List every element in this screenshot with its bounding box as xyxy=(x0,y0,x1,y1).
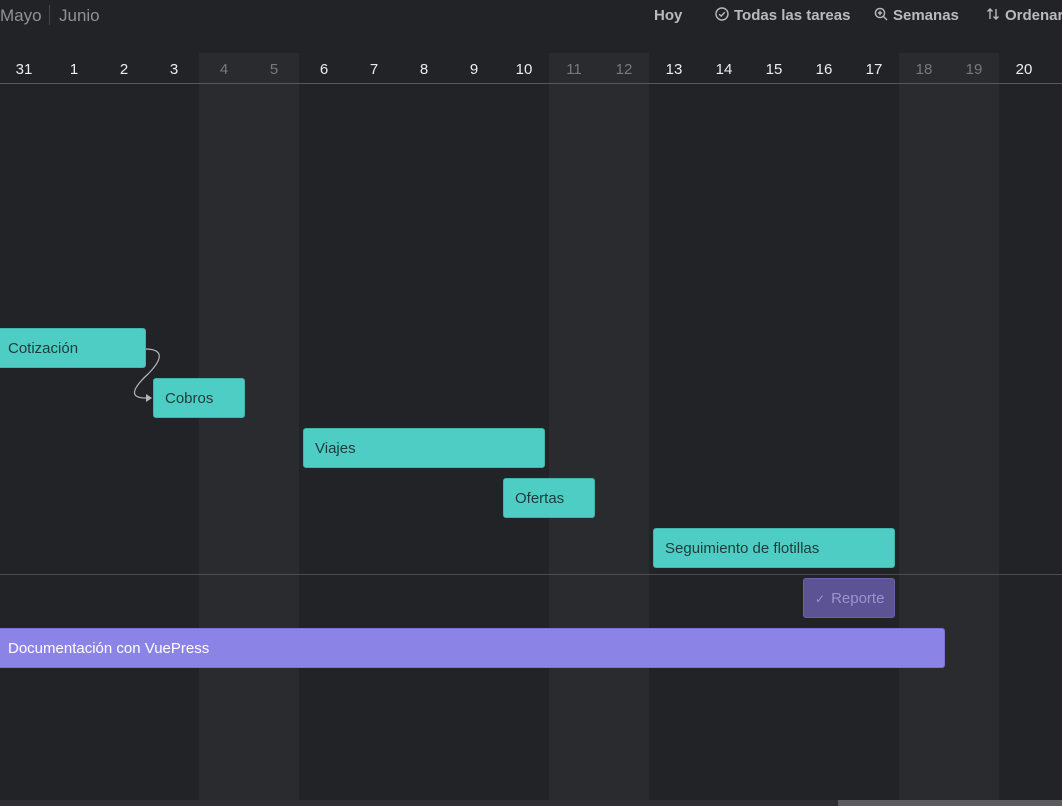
group-divider xyxy=(0,574,1062,575)
task-label: Ofertas xyxy=(515,490,565,507)
task-bar-cobros[interactable]: Cobros xyxy=(153,378,245,418)
task-label: Cotización xyxy=(8,340,79,357)
task-bar-seguimiento-de-flotillas[interactable]: Seguimiento de flotillas xyxy=(653,528,895,568)
task-bar-documentacion-con-vuepress[interactable]: Documentación con VuePress xyxy=(0,628,945,668)
task-label: Seguimiento de flotillas xyxy=(665,540,820,557)
checkmark-icon: ✓ xyxy=(815,592,826,606)
horizontal-scrollbar-thumb[interactable] xyxy=(838,800,1062,806)
task-label: Documentación con VuePress xyxy=(8,640,210,657)
task-bar-viajes[interactable]: Viajes xyxy=(303,428,545,468)
task-bar-reporte-completed[interactable]: ✓ Reporte xyxy=(803,578,895,618)
task-bar-ofertas[interactable]: Ofertas xyxy=(503,478,595,518)
task-label: Viajes xyxy=(315,440,356,457)
task-label: Cobros xyxy=(165,390,214,407)
task-bar-cotizacion[interactable]: Cotización xyxy=(0,328,146,368)
task-label: Reporte xyxy=(831,590,885,607)
